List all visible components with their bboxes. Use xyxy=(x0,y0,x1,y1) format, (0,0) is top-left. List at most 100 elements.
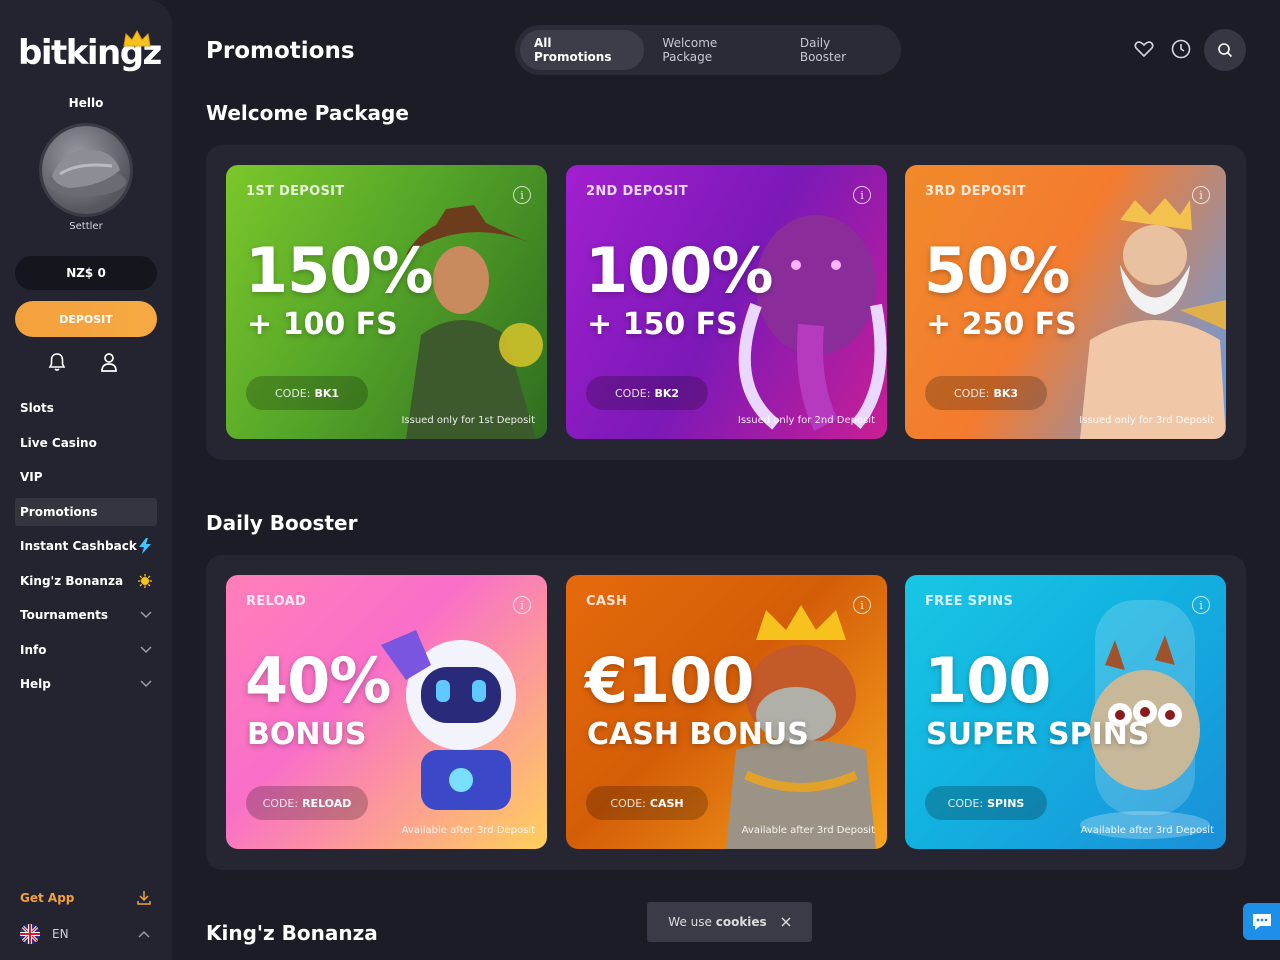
promo-code-button[interactable]: CODE: SPINS xyxy=(925,786,1047,820)
greeting: Hello xyxy=(68,96,104,110)
promo-code-button[interactable]: CODE: BK2 xyxy=(586,376,708,410)
elephant-art xyxy=(738,215,887,431)
promo-code-button[interactable]: CODE: BK1 xyxy=(246,376,368,410)
promo-code-button[interactable]: CODE: RELOAD xyxy=(246,786,368,820)
card-subtitle: + 150 FS xyxy=(587,307,738,342)
section-title-daily-booster: Daily Booster xyxy=(206,511,358,535)
astronaut-art xyxy=(381,630,516,810)
language-code: EN xyxy=(52,927,69,941)
section-title-welcome: Welcome Package xyxy=(206,101,409,125)
promo-card-cash[interactable]: CASH i €100 CASH BONUS CODE: CASH Availab… xyxy=(566,575,887,849)
card-subtitle: + 100 FS xyxy=(247,307,398,342)
sidebar-item-label: Info xyxy=(20,642,47,657)
close-icon[interactable] xyxy=(781,917,791,927)
sidebar-item-label: Slots xyxy=(20,401,54,415)
promo-card-3rd-deposit[interactable]: 3RD DEPOSIT i 50% + 250 FS CODE: BK3 Issu… xyxy=(905,165,1226,439)
settler-hat-icon xyxy=(46,149,126,196)
sidebar-item-instant-cashback[interactable]: Instant Cashback xyxy=(15,532,157,560)
code-value: BK3 xyxy=(993,386,1019,400)
card-amount: €100 xyxy=(585,644,755,717)
chat-button[interactable] xyxy=(1243,903,1280,940)
card-subtitle: BONUS xyxy=(247,717,367,752)
uk-flag-icon xyxy=(20,924,40,944)
sidebar-item-label: Live Casino xyxy=(20,435,97,450)
chat-bubble-icon xyxy=(1252,913,1271,930)
card-label: FREE SPINS xyxy=(925,594,1014,609)
deposit-button[interactable]: DEPOSIT xyxy=(15,301,157,337)
tab-all-promotions[interactable]: All Promotions xyxy=(520,30,645,70)
bell-icon[interactable] xyxy=(48,352,66,372)
card-note: Issued only for 1st Deposit xyxy=(401,415,535,426)
page-title: Promotions xyxy=(206,38,355,64)
sidebar-item-help[interactable]: Help xyxy=(15,670,157,698)
sidebar-item-label: Help xyxy=(20,677,51,691)
sidebar-item-label: VIP xyxy=(20,470,43,484)
code-prefix: CODE: xyxy=(274,386,311,400)
lightning-icon xyxy=(139,538,151,554)
avatar[interactable] xyxy=(42,126,130,214)
info-icon[interactable]: i xyxy=(513,186,531,204)
chevron-down-icon xyxy=(140,680,152,688)
info-icon[interactable]: i xyxy=(1192,186,1210,204)
sidebar-item-vip[interactable]: VIP xyxy=(15,463,157,491)
promo-code-button[interactable]: CODE: CASH xyxy=(586,786,708,820)
bitkingz-logo[interactable]: bitkingz xyxy=(18,30,162,78)
code-value: BK1 xyxy=(314,386,340,400)
chevron-up-icon xyxy=(138,930,150,938)
code-value: BK2 xyxy=(654,386,680,400)
sidebar-nav: Slots Live Casino VIP Promotions Instant… xyxy=(15,394,157,705)
card-note: Available after 3rd Deposit xyxy=(1080,825,1214,836)
card-label: CASH xyxy=(586,594,628,609)
card-label: RELOAD xyxy=(246,594,307,609)
promo-code-button[interactable]: CODE: BK3 xyxy=(925,376,1047,410)
tab-daily-booster[interactable]: Daily Booster xyxy=(786,30,892,70)
promo-card-2nd-deposit[interactable]: 2ND DEPOSIT i 100% + 150 FS CODE: BK2 Iss… xyxy=(566,165,887,439)
code-prefix: CODE: xyxy=(610,796,646,810)
card-subtitle: CASH BONUS xyxy=(587,717,809,752)
sidebar-item-slots[interactable]: Slots xyxy=(15,394,157,422)
sidebar: bitkingz Hello Settler NZ$ 0 DEPOSIT Slo… xyxy=(0,0,172,960)
booster-panel: RELOAD i 40% BONUS CODE: RELOAD Available… xyxy=(206,555,1246,870)
card-note: Available after 3rd Deposit xyxy=(401,825,535,836)
card-percentage: 50% xyxy=(924,234,1070,307)
cookie-text: We use cookies xyxy=(668,915,766,929)
info-icon[interactable]: i xyxy=(1192,596,1210,614)
sidebar-item-promotions[interactable]: Promotions xyxy=(15,497,157,526)
search-button[interactable] xyxy=(1204,29,1246,71)
promo-card-1st-deposit[interactable]: 1ST DEPOSIT i 150% + 100 FS CODE: BK1 Iss… xyxy=(226,165,547,439)
tab-welcome-package[interactable]: Welcome Package xyxy=(648,30,781,70)
zeus-art xyxy=(1080,198,1226,439)
code-prefix: CODE: xyxy=(953,386,990,400)
cookie-banner: We use cookies xyxy=(647,902,812,942)
sidebar-item-kingz-bonanza[interactable]: King'z Bonanza xyxy=(15,567,157,595)
code-prefix: CODE: xyxy=(262,796,299,810)
promo-card-reload[interactable]: RELOAD i 40% BONUS CODE: RELOAD Available… xyxy=(226,575,547,849)
user-icon[interactable] xyxy=(100,352,118,372)
sidebar-item-label: Promotions xyxy=(20,504,98,519)
sidebar-item-tournaments[interactable]: Tournaments xyxy=(15,601,157,629)
info-icon[interactable]: i xyxy=(853,596,871,614)
code-prefix: CODE: xyxy=(947,796,984,810)
card-percentage: 100% xyxy=(585,234,774,307)
cookie-link[interactable]: cookies xyxy=(716,915,767,929)
sidebar-item-info[interactable]: Info xyxy=(15,636,157,664)
info-icon[interactable]: i xyxy=(513,596,531,614)
cookie-prefix: We use xyxy=(668,915,712,929)
card-subtitle: + 250 FS xyxy=(926,307,1077,342)
get-app-label: Get App xyxy=(20,891,75,905)
card-amount: 100 xyxy=(924,644,1051,717)
sidebar-item-live-casino[interactable]: Live Casino xyxy=(15,429,157,457)
language-selector[interactable]: EN xyxy=(20,924,150,944)
card-label: 1ST DEPOSIT xyxy=(246,184,345,199)
code-value: SPINS xyxy=(987,796,1025,810)
heart-icon[interactable] xyxy=(1133,38,1155,60)
info-icon[interactable]: i xyxy=(853,186,871,204)
promo-card-free-spins[interactable]: FREE SPINS i 100 SUPER SPINS CODE: SPINS … xyxy=(905,575,1226,849)
welcome-panel: 1ST DEPOSIT i 150% + 100 FS CODE: BK1 Iss… xyxy=(206,145,1246,460)
sun-badge-icon xyxy=(138,573,152,588)
sidebar-item-label: Instant Cashback xyxy=(20,539,137,553)
balance-display[interactable]: NZ$ 0 xyxy=(15,256,157,290)
get-app-link[interactable]: Get App xyxy=(20,890,152,906)
card-percentage: 150% xyxy=(245,234,434,307)
clock-icon[interactable] xyxy=(1170,38,1192,60)
